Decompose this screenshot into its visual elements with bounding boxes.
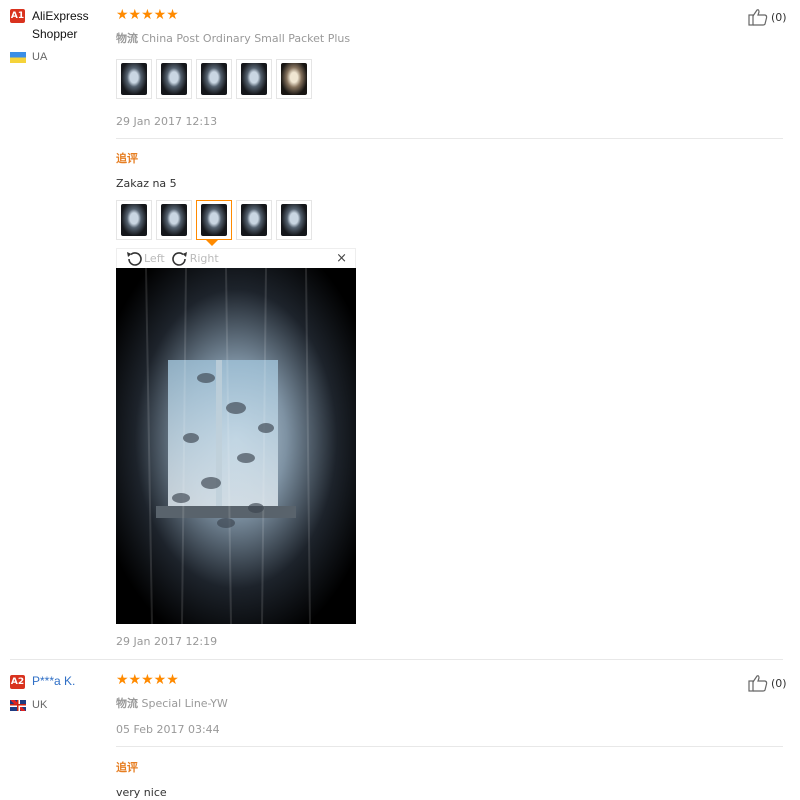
additional-photo-thumb-active[interactable] <box>196 200 232 240</box>
review-photo-large <box>116 268 356 624</box>
like-count: (0) <box>771 10 787 24</box>
rotate-left-label: Left <box>144 252 165 265</box>
additional-photo-list <box>116 200 312 240</box>
additional-feedback-text: very nice <box>116 786 167 799</box>
thumbs-up-icon <box>748 9 768 26</box>
additional-photo-thumb[interactable] <box>236 200 272 240</box>
review-item: A1 AliExpress Shopper UA ★★★★★ 物流 China … <box>0 0 800 648</box>
like-count: (0) <box>771 676 787 690</box>
user-level-badge: A2 <box>10 675 25 689</box>
review-photo-list <box>116 59 312 99</box>
ukraine-flag-icon <box>10 51 26 63</box>
shipping-method: China Post Ordinary Small Packet Plus <box>141 32 351 45</box>
photo-viewer-toolbar: Left Right × <box>116 248 356 268</box>
shipping-label: 物流 <box>116 697 138 710</box>
shipping-info: 物流 China Post Ordinary Small Packet Plus <box>116 30 350 46</box>
rotate-right-label: Right <box>189 252 219 265</box>
rotate-right-button[interactable]: Right <box>171 250 219 268</box>
review-photo-thumb[interactable] <box>116 59 152 99</box>
shipping-label: 物流 <box>116 32 138 45</box>
additional-photo-thumb[interactable] <box>116 200 152 240</box>
uk-flag-icon <box>10 699 26 711</box>
review-photo-thumb[interactable] <box>276 59 312 99</box>
shipping-info: 物流 Special Line-YW <box>116 695 228 711</box>
country-code: UK <box>32 699 48 711</box>
review-photo-thumb[interactable] <box>196 59 232 99</box>
user-name[interactable]: P***a K. <box>32 672 75 690</box>
additional-photo-thumb[interactable] <box>276 200 312 240</box>
review-photo-thumb[interactable] <box>156 59 192 99</box>
additional-feedback-date: 29 Jan 2017 12:19 <box>116 635 218 648</box>
review-separator <box>10 659 783 660</box>
star-rating: ★★★★★ <box>116 672 179 688</box>
country-code: UA <box>32 51 48 63</box>
close-icon[interactable]: × <box>336 251 347 266</box>
review-date: 05 Feb 2017 03:44 <box>116 723 220 736</box>
additional-photo-thumb[interactable] <box>156 200 192 240</box>
user-name: AliExpress Shopper <box>32 9 89 41</box>
star-rating: ★★★★★ <box>116 7 179 23</box>
rotate-left-button[interactable]: Left <box>125 250 165 268</box>
rotate-left-icon <box>127 251 142 266</box>
divider <box>116 138 783 139</box>
rotate-right-icon <box>171 251 187 266</box>
review-photo-thumb[interactable] <box>236 59 272 99</box>
active-thumb-caret <box>206 240 218 246</box>
additional-feedback-label: 追评 <box>116 152 138 165</box>
user-level-badge: A1 <box>10 9 25 23</box>
thumbs-up-icon <box>748 675 768 692</box>
like-button[interactable]: (0) <box>748 674 787 692</box>
shipping-method: Special Line-YW <box>141 697 228 710</box>
user-country: UA <box>10 51 47 63</box>
user-country: UK <box>10 699 47 711</box>
review-date: 29 Jan 2017 12:13 <box>116 115 218 128</box>
window-curtain-photo <box>116 268 356 624</box>
additional-feedback-text: Zakaz na 5 <box>116 177 177 190</box>
additional-feedback-label: 追评 <box>116 761 138 774</box>
like-button[interactable]: (0) <box>748 8 787 26</box>
divider <box>116 746 783 747</box>
